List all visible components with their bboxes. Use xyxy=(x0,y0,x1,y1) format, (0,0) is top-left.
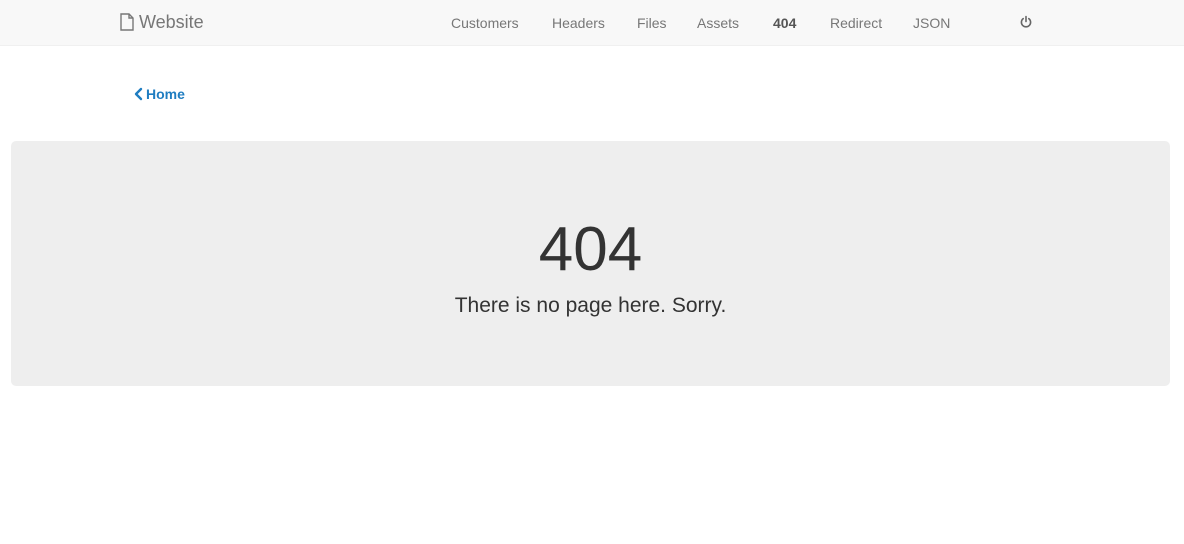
brand-link[interactable]: Website xyxy=(119,11,204,33)
nav-json[interactable]: JSON xyxy=(913,14,950,32)
nav-headers[interactable]: Headers xyxy=(552,14,605,32)
error-message: There is no page here. Sorry. xyxy=(454,294,727,317)
brand-label: Website xyxy=(139,11,204,32)
nav-customers[interactable]: Customers xyxy=(451,14,519,32)
nav-404[interactable]: 404 xyxy=(773,14,796,32)
home-back-link[interactable]: Home xyxy=(133,86,185,102)
nav-assets[interactable]: Assets xyxy=(697,14,739,32)
error-jumbotron: 404 There is no page here. Sorry. xyxy=(11,141,1170,386)
file-icon xyxy=(119,13,135,31)
home-link-label: Home xyxy=(146,86,185,102)
navbar: Website Customers Headers Files Assets 4… xyxy=(0,0,1184,46)
nav-redirect[interactable]: Redirect xyxy=(830,14,882,32)
power-icon[interactable] xyxy=(1019,15,1033,29)
error-code: 404 xyxy=(538,215,643,284)
nav-files[interactable]: Files xyxy=(637,14,667,32)
chevron-left-icon xyxy=(133,87,143,101)
